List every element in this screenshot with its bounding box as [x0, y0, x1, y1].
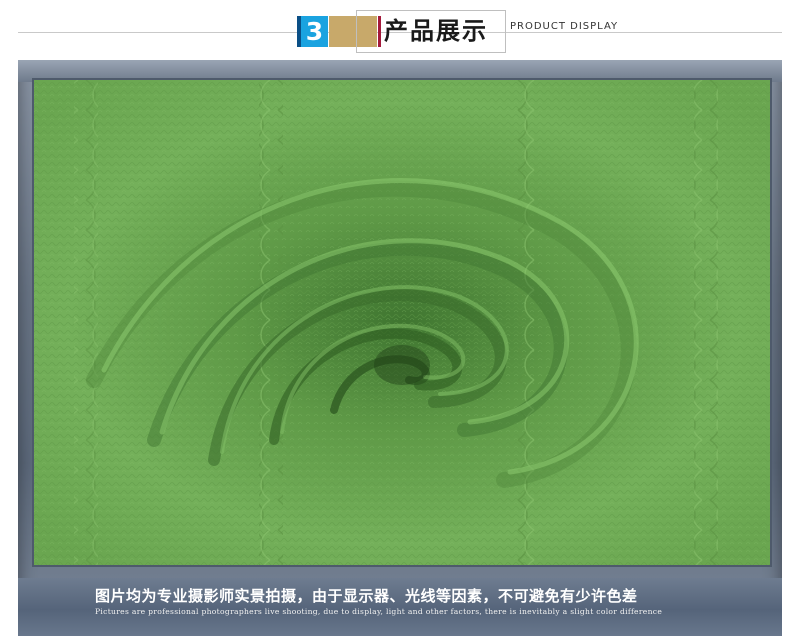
header-red-accent: [378, 16, 381, 47]
caption-text-cn: 图片均为专业摄影师实景拍摄，由于显示器、光线等因素，不可避免有少许色差: [95, 587, 638, 605]
fabric-swirl-illustration: [34, 80, 770, 565]
section-number-badge: 3: [297, 16, 328, 47]
section-header: 3 产品展示 PRODUCT DISPLAY: [0, 0, 800, 58]
section-title-cn: 产品展示: [384, 17, 488, 45]
caption-text-en: Pictures are professional photographers …: [95, 607, 663, 616]
photo-frame-top-band: [18, 60, 782, 82]
section-title-en: PRODUCT DISPLAY: [510, 21, 619, 32]
product-photo: [34, 80, 770, 565]
